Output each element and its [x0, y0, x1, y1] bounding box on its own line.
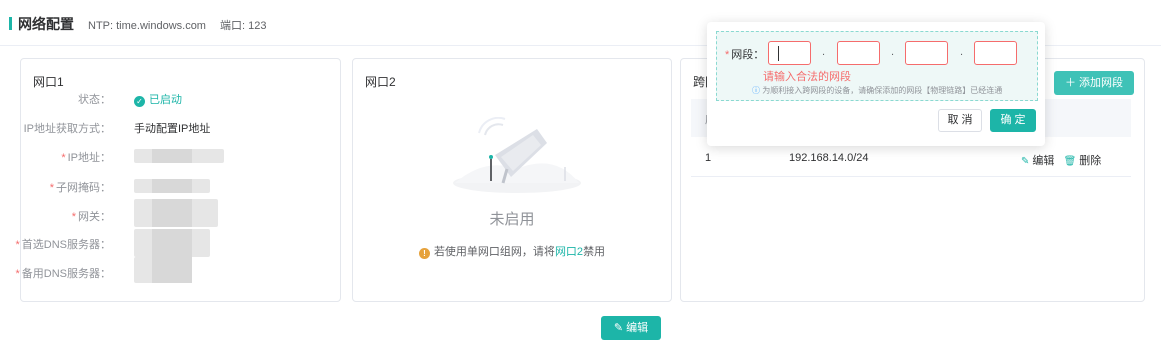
segment-error-message: 请输入合法的网段: [763, 71, 851, 83]
ntp-server: NTP: time.windows.com: [88, 20, 206, 32]
port2-empty-text: 未启用: [489, 211, 535, 228]
octet-separator: .: [960, 46, 964, 58]
segment-octet-1-input[interactable]: [768, 41, 811, 65]
segment-octet-3-input[interactable]: [905, 41, 948, 65]
segment-octet-2-input[interactable]: [837, 41, 880, 65]
segment-label: 网段：: [731, 49, 765, 61]
octet-separator: .: [822, 46, 826, 58]
octet-separator: .: [891, 46, 895, 58]
add-segment-button[interactable]: ＋ 添加网段: [1054, 71, 1134, 95]
ip-mode-label: IP地址获取方式：: [23, 123, 111, 135]
port2-card: 网口2 未启用 ! 若使用单网口组网，请将网口2禁用: [352, 58, 672, 302]
title-accent-bar: [9, 17, 12, 30]
cancel-button[interactable]: 取 消: [938, 109, 982, 132]
ip-mode-value: 手动配置IP地址: [134, 123, 211, 135]
status-value: 已启动: [149, 94, 182, 106]
row-index: 1: [705, 152, 712, 164]
row-actions: ✎ 编辑 🗑 删除: [1021, 152, 1101, 168]
status-label: 状态：: [78, 94, 111, 106]
port2-hint: ! 若使用单网口组网，请将网口2禁用: [353, 243, 671, 259]
check-circle-icon: ✓: [134, 96, 145, 107]
row-delete-button[interactable]: 🗑 删除: [1064, 155, 1102, 167]
table-row: 1 192.168.14.0/24 ✎ 编辑 🗑 删除: [691, 141, 1131, 177]
add-segment-popover: * 网段： . . . 请输入合法的网段 ⓘ 为顺利接入跨网段的设备，请确保添加的…: [707, 22, 1045, 146]
row-edit-button[interactable]: ✎ 编辑: [1021, 155, 1054, 167]
ip-value-redacted: [134, 149, 224, 163]
dns2-label: 备用DNS服务器：: [21, 268, 111, 280]
mask-label: 子网掩码：: [56, 182, 111, 194]
network-config-page: 网络配置 NTP: time.windows.com 端口: 123 网口1 状态…: [0, 0, 1161, 356]
segment-tip: ⓘ 为顺利接入跨网段的设备，请确保添加的网段【物理链路】已经连通: [752, 86, 1003, 95]
edit-icon: ✎: [1021, 156, 1030, 167]
segment-form: * 网段： . . . 请输入合法的网段 ⓘ 为顺利接入跨网段的设备，请确保添加的…: [716, 31, 1038, 101]
gateway-value-redacted: [134, 199, 218, 227]
port2-link[interactable]: 网口2: [555, 246, 583, 258]
dns1-value-redacted: [134, 229, 210, 257]
port1-title: 网口1: [33, 75, 64, 89]
satellite-dish-illustration: [453, 117, 581, 193]
port2-title: 网口2: [365, 75, 396, 89]
ip-label: IP地址：: [67, 152, 111, 164]
edit-button[interactable]: ✎ 编辑: [601, 316, 661, 340]
ip-mode-row: IP地址获取方式： 手动配置IP地址: [21, 120, 331, 136]
segment-octet-4-input[interactable]: [974, 41, 1017, 65]
info-icon: ⓘ: [752, 86, 760, 95]
warning-icon: !: [418, 248, 430, 259]
confirm-button[interactable]: 确 定: [990, 109, 1036, 132]
dns1-label: 首选DNS服务器：: [21, 239, 111, 251]
status-row: 状态： ✓ 已启动: [21, 91, 331, 107]
ntp-info: NTP: time.windows.com 端口: 123: [88, 17, 266, 33]
row-segment: 192.168.14.0/24: [789, 152, 869, 164]
mask-value-redacted: [134, 179, 210, 193]
ntp-port: 端口: 123: [219, 20, 267, 32]
trash-icon: 🗑: [1063, 156, 1077, 167]
dns2-value-redacted: [134, 257, 192, 283]
page-title: 网络配置: [18, 16, 74, 32]
port1-card: 网口1 状态： ✓ 已启动 IP地址获取方式： 手动配置IP地址 * IP地址： *…: [15, 58, 341, 302]
status-badge: ✓ 已启动: [134, 91, 182, 107]
gateway-label: 网关：: [78, 211, 111, 223]
